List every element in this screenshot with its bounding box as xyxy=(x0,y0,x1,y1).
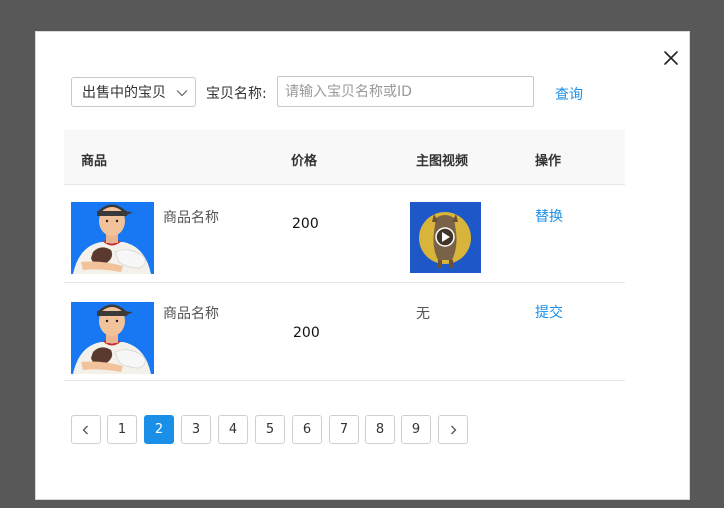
table-row: 商品名称 200 替换 xyxy=(64,185,625,283)
page-button-5[interactable]: 5 xyxy=(255,415,285,444)
submit-button[interactable]: 提交 xyxy=(535,302,563,322)
header-price: 价格 xyxy=(291,154,318,169)
page-button-4[interactable]: 4 xyxy=(218,415,248,444)
close-icon xyxy=(664,51,678,65)
table-row: 商品名称 200 无 提交 xyxy=(64,283,625,381)
search-input[interactable] xyxy=(277,76,534,107)
query-button[interactable]: 查询 xyxy=(555,84,583,104)
main-video-thumbnail[interactable] xyxy=(410,202,481,273)
product-image xyxy=(71,202,154,274)
close-button[interactable] xyxy=(661,48,681,68)
product-select-dialog: 出售中的宝贝 宝贝名称: 查询 商品 价格 主图视频 操作 xyxy=(35,31,690,500)
header-action: 操作 xyxy=(535,154,562,169)
product-image xyxy=(71,302,154,374)
header-video: 主图视频 xyxy=(416,154,469,169)
page-button-7[interactable]: 7 xyxy=(329,415,359,444)
table-header: 商品 价格 主图视频 操作 xyxy=(64,130,625,185)
product-name: 商品名称 xyxy=(163,210,219,226)
chevron-right-icon xyxy=(451,425,457,434)
product-price: 200 xyxy=(293,325,320,341)
page-button-9[interactable]: 9 xyxy=(401,415,431,444)
product-name-label: 宝贝名称: xyxy=(206,86,267,102)
page-button-2[interactable]: 2 xyxy=(144,415,174,444)
product-price: 200 xyxy=(292,216,319,232)
chevron-left-icon xyxy=(82,425,88,434)
header-product: 商品 xyxy=(81,154,108,169)
replace-button[interactable]: 替换 xyxy=(535,206,563,226)
no-video-text: 无 xyxy=(416,306,430,322)
prev-page-button[interactable] xyxy=(71,415,101,444)
page-button-6[interactable]: 6 xyxy=(292,415,322,444)
status-select[interactable]: 出售中的宝贝 xyxy=(71,77,196,107)
page-button-3[interactable]: 3 xyxy=(181,415,211,444)
page-button-1[interactable]: 1 xyxy=(107,415,137,444)
chevron-down-icon xyxy=(176,90,188,97)
page-button-8[interactable]: 8 xyxy=(365,415,395,444)
next-page-button[interactable] xyxy=(438,415,468,444)
status-select-value: 出售中的宝贝 xyxy=(82,85,166,101)
product-name: 商品名称 xyxy=(163,306,219,322)
